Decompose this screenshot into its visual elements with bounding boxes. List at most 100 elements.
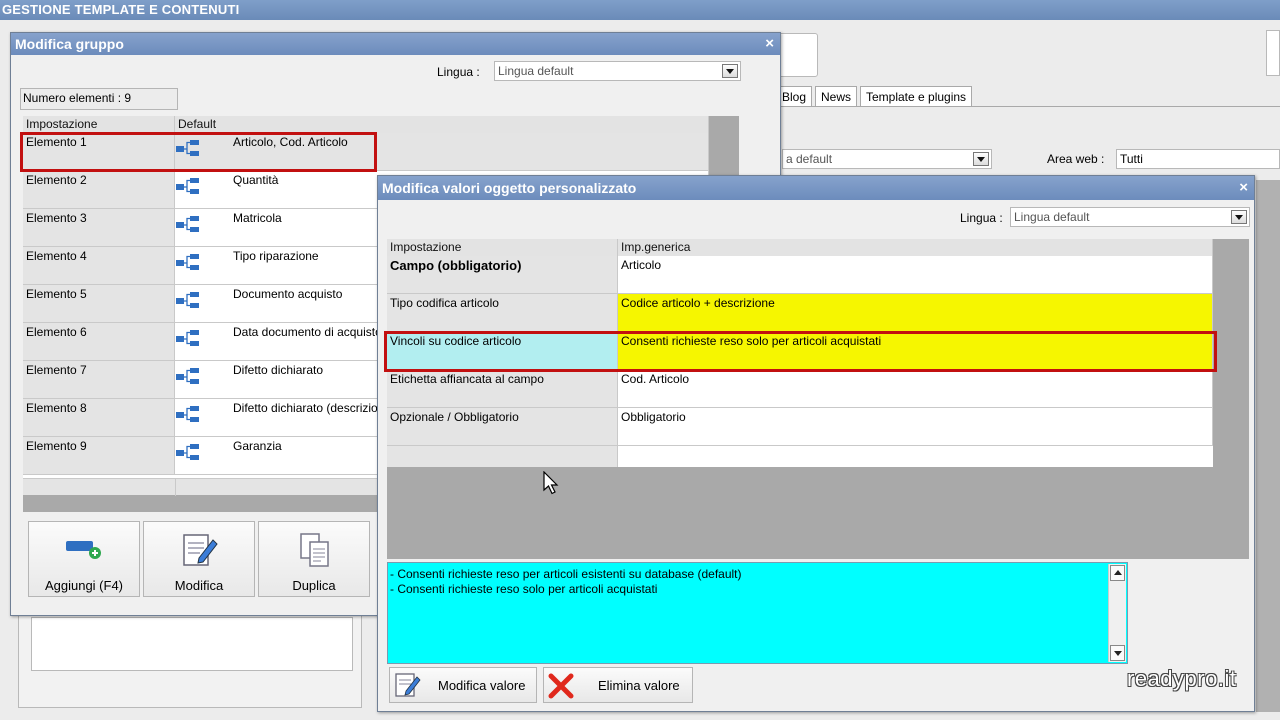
linked-object-icon <box>176 292 199 308</box>
watermark-logo: readypro.it <box>1127 666 1237 691</box>
area-web-label: Area web : <box>1047 152 1105 166</box>
duplicate-button[interactable]: Duplica <box>258 521 370 597</box>
element-count: Numero elementi : 9 <box>20 88 178 110</box>
linked-object-icon <box>176 140 199 156</box>
chevron-down-icon[interactable] <box>973 152 989 166</box>
row-default-text: Quantità <box>233 173 279 187</box>
area-web-select[interactable]: Tutti <box>1116 149 1280 169</box>
row-default-text: Difetto dichiarato (descrizione) <box>233 401 396 415</box>
lingua-select-value: Lingua default <box>1014 210 1090 224</box>
dialog-title: Modifica gruppo <box>15 36 124 52</box>
edit-value-label: Modifica valore <box>438 678 526 693</box>
close-icon[interactable]: × <box>1239 177 1248 199</box>
bg-lower-panel <box>18 612 362 708</box>
add-button[interactable]: Aggiungi (F4) <box>28 521 140 597</box>
linked-object-icon <box>176 178 199 194</box>
row-value-cell: Consenti richieste reso solo per articol… <box>618 332 1213 370</box>
delete-value-label: Elimina valore <box>598 678 680 693</box>
option-item: - Consenti richieste reso per articoli e… <box>390 567 742 581</box>
delete-value-button[interactable]: Elimina valore <box>543 667 693 703</box>
edit-button[interactable]: Modifica <box>143 521 255 597</box>
row-setting-cell: Elemento 1 <box>23 133 175 171</box>
chevron-down-icon[interactable] <box>722 64 738 78</box>
lingua-select[interactable]: Lingua default <box>494 61 741 81</box>
dialog-title-bar[interactable]: Modifica valori oggetto personalizzato × <box>378 176 1254 200</box>
row-default-text: Tipo riparazione <box>233 249 319 263</box>
row-setting-cell: Elemento 8 <box>23 399 175 437</box>
row-default-text: Data documento di acquisto <box>233 325 382 339</box>
column-header-setting[interactable]: Impostazione <box>387 239 618 256</box>
table-row[interactable]: Etichetta affiancata al campo Cod. Artico… <box>387 370 1213 408</box>
tab-blog[interactable]: Blog <box>776 86 813 107</box>
tab-underline <box>770 106 1280 107</box>
mouse-cursor-icon <box>543 471 559 495</box>
row-default-text: Documento acquisto <box>233 287 343 301</box>
add-button-label: Aggiungi (F4) <box>44 578 124 593</box>
linked-object-icon <box>176 368 199 384</box>
edit-button-label: Modifica <box>174 578 224 593</box>
option-item: - Consenti richieste reso solo per artic… <box>390 582 658 596</box>
column-header-value[interactable]: Imp.generica <box>618 239 1213 256</box>
lingua-select[interactable]: Lingua default <box>1010 207 1250 227</box>
linked-object-icon <box>176 216 199 232</box>
row-default-text: Matricola <box>233 211 282 225</box>
delete-x-icon <box>548 673 574 699</box>
row-setting-cell: Opzionale / Obbligatorio <box>387 408 618 446</box>
edit-value-button[interactable]: Modifica valore <box>389 667 537 703</box>
row-value-cell: Cod. Articolo <box>618 370 1213 408</box>
chevron-down-icon[interactable] <box>1231 210 1247 224</box>
bg-text-area[interactable] <box>31 617 353 671</box>
duplicate-icon <box>300 533 329 567</box>
row-value-cell: Articolo <box>618 256 1213 294</box>
row-default-text: Difetto dichiarato <box>233 363 324 377</box>
row-setting-cell: Elemento 9 <box>23 437 175 475</box>
row-value-cell: Codice articolo + descrizione <box>618 294 1213 332</box>
table-row[interactable]: Tipo codifica articolo Codice articolo + … <box>387 294 1213 332</box>
column-header-default[interactable]: Default <box>175 116 709 133</box>
table-row[interactable]: Vincoli su codice articolo Consenti richi… <box>387 332 1213 370</box>
linked-object-icon <box>176 330 199 346</box>
options-list[interactable]: - Consenti richieste reso per articoli e… <box>387 562 1128 664</box>
row-setting-cell: Elemento 7 <box>23 361 175 399</box>
bg-language-value: a default <box>786 152 833 166</box>
app-title: GESTIONE TEMPLATE E CONTENUTI <box>0 0 1280 20</box>
row-setting-cell: Tipo codifica articolo <box>387 294 618 332</box>
bg-panel-edge <box>1266 30 1280 76</box>
row-setting-cell: Elemento 5 <box>23 285 175 323</box>
row-setting-cell: Elemento 3 <box>23 209 175 247</box>
empty-row <box>387 446 1213 467</box>
linked-object-icon <box>176 254 199 270</box>
dialog-modifica-valori: Modifica valori oggetto personalizzato ×… <box>377 175 1255 712</box>
duplicate-button-label: Duplica <box>292 578 336 593</box>
row-setting-cell: Etichetta affiancata al campo <box>387 370 618 408</box>
bg-grid-area <box>1256 180 1280 712</box>
tab-template-plugins[interactable]: Template e plugins <box>860 86 973 107</box>
column-header-setting[interactable]: Impostazione <box>23 116 175 133</box>
scroll-up-icon[interactable] <box>1110 565 1125 581</box>
tab-news[interactable]: News <box>815 86 858 107</box>
linked-object-icon <box>176 444 199 460</box>
edit-document-icon <box>395 673 421 697</box>
row-default-text: Garanzia <box>233 439 282 453</box>
lingua-label: Lingua : <box>960 211 1003 225</box>
row-setting-cell: Elemento 2 <box>23 171 175 209</box>
row-setting-cell: Vincoli su codice articolo <box>387 332 618 370</box>
row-setting-cell: Campo (obbligatorio) <box>387 256 618 294</box>
lingua-label: Lingua : <box>437 65 480 79</box>
add-field-icon <box>66 541 101 559</box>
bg-language-select[interactable]: a default <box>782 149 992 169</box>
scroll-down-icon[interactable] <box>1110 645 1125 661</box>
row-value-cell: Obbligatorio <box>618 408 1213 446</box>
close-icon[interactable]: × <box>765 34 774 54</box>
dialog-title: Modifica valori oggetto personalizzato <box>382 180 637 196</box>
values-rows: Campo (obbligatorio) Articolo Tipo codific… <box>387 256 1213 467</box>
edit-document-icon <box>183 534 218 566</box>
row-default-text: Articolo, Cod. Articolo <box>233 135 348 149</box>
linked-object-icon <box>176 406 199 422</box>
table-row[interactable]: Campo (obbligatorio) Articolo <box>387 256 1213 294</box>
scrollbar[interactable] <box>1108 564 1126 662</box>
dialog-title-bar[interactable]: Modifica gruppo × <box>11 33 780 55</box>
table-row[interactable]: Elemento 1 Articolo, Cod. Articolo <box>23 133 709 171</box>
values-grid: Impostazione Imp.generica Campo (obbliga… <box>387 239 1249 559</box>
table-row[interactable]: Opzionale / Obbligatorio Obbligatorio <box>387 408 1213 446</box>
